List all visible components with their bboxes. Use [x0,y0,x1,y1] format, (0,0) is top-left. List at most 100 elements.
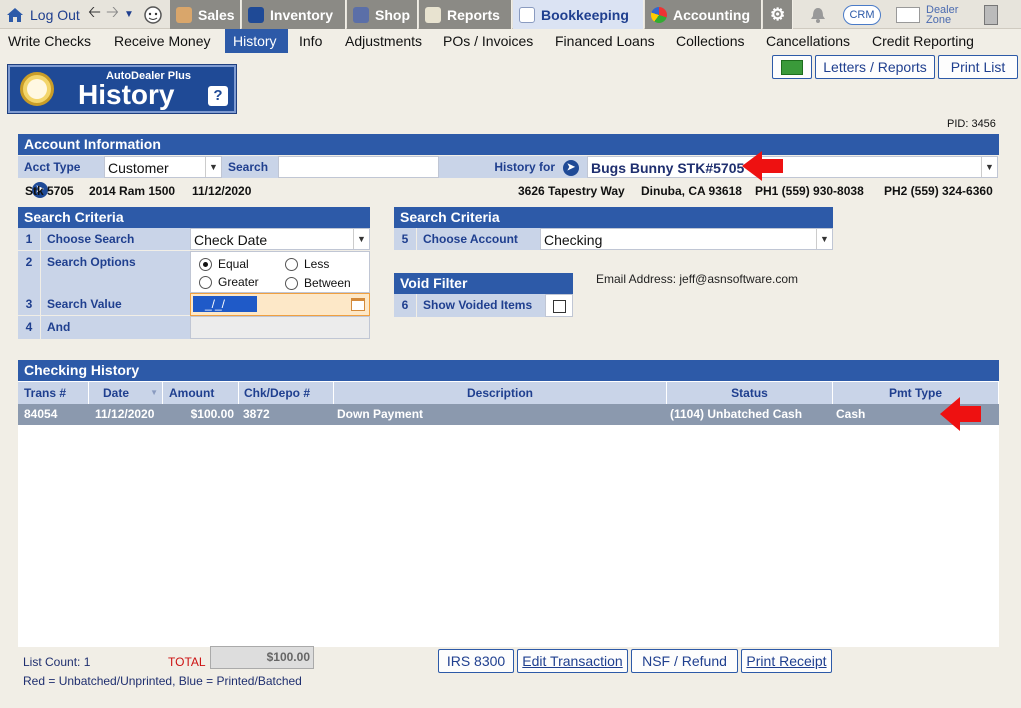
menu-financed-loans[interactable]: Financed Loans [547,29,663,53]
tab-reports[interactable]: Reports [419,0,512,29]
top-nav-bar: Log Out 🡠 🡢 ▼ Sales Inventory Shop Repor… [0,0,1021,29]
print-list-button[interactable]: Print List [938,55,1018,79]
criteria-num-2: 2 [18,251,40,293]
col-chk-depo[interactable]: Chk/Depo # [239,382,334,404]
radio-equal-label: Equal [218,257,249,271]
color-legend: Red = Unbatched/Unprinted, Blue = Printe… [23,674,302,688]
menu-write-checks[interactable]: Write Checks [0,29,99,53]
radio-between-circle [285,276,298,290]
pid-label: PID: 3456 [947,118,996,130]
col-status[interactable]: Status [667,382,833,404]
folder-icon [781,60,803,75]
acct-type-label-text: Acct Type [24,160,81,174]
criteria-num-4: 4 [18,316,40,339]
calendar-icon[interactable] [351,298,365,311]
radio-equal[interactable]: Equal [199,257,249,271]
user-face-icon[interactable] [143,0,163,29]
chart-icon [425,6,441,23]
menu-pos-invoices[interactable]: POs / Invoices [435,29,541,53]
menu-credit-reporting[interactable]: Credit Reporting [864,29,982,53]
crm-cloud-icon: CRM [843,4,881,25]
search-criteria-right-header: Search Criteria [394,207,833,228]
criteria-num-3: 3 [18,293,40,315]
help-icon[interactable]: ? [208,86,228,106]
menu-cancellations[interactable]: Cancellations [758,29,858,53]
history-for-value: Bugs Bunny STK#5705 [591,160,745,176]
col-date[interactable]: Date ▼ [89,382,163,404]
menu-history[interactable]: History [225,29,288,53]
account-info-header: Account Information [18,134,999,155]
cell-description: Down Payment [337,407,424,421]
phone-2: PH2 (559) 324-6360 [884,184,993,198]
nsf-refund-button[interactable]: NSF / Refund [631,649,738,673]
menu-receive-money[interactable]: Receive Money [106,29,219,53]
wrench-icon [353,6,369,23]
tab-bookkeeping[interactable]: Bookkeeping [513,0,644,29]
and-value-input [190,316,370,339]
tab-accounting-label: Accounting [673,6,750,23]
col-trans[interactable]: Trans # [18,382,89,404]
print-receipt-button[interactable]: Print Receipt [741,649,832,673]
back-arrow-icon[interactable]: 🡠 [88,0,101,29]
cell-chk: 3872 [243,407,270,421]
choose-search-select[interactable]: Check Date ▼ [190,228,370,250]
forward-arrow-icon[interactable]: 🡢 [106,0,119,29]
search-value-text: _/_/ [193,296,257,312]
tab-sales[interactable]: Sales [170,0,241,29]
chevron-down-icon: ▼ [353,229,369,249]
total-value: $100.00 [210,646,314,669]
calculator-icon [984,4,998,25]
search-options-label: Search Options [41,251,190,293]
dealer-zone-button[interactable]: Dealer Zone [896,0,958,29]
criteria-num-5: 5 [394,228,416,250]
search-value-input[interactable]: _/_/ [190,293,370,316]
radio-greater[interactable]: Greater [199,275,259,289]
notifications-button[interactable] [809,0,827,29]
irs-8300-button[interactable]: IRS 8300 [438,649,514,673]
edit-transaction-button[interactable]: Edit Transaction [517,649,628,673]
calculator-button[interactable] [984,0,998,29]
cell-trans: 84054 [24,407,58,421]
criteria-num-1: 1 [18,228,40,250]
logout-link[interactable]: Log Out [6,0,80,29]
history-dropdown-icon[interactable]: ▼ [124,0,134,29]
car-icon [248,6,264,23]
radio-between[interactable]: Between [285,276,351,290]
tab-shop[interactable]: Shop [347,0,418,29]
show-voided-checkbox[interactable] [553,300,566,313]
criteria-num-6: 6 [394,294,416,317]
radio-equal-circle [199,257,212,271]
customer-city: Dinuba, CA 93618 [641,184,742,198]
phone-1: PH1 (559) 930-8038 [755,184,864,198]
tab-accounting[interactable]: Accounting [645,0,762,29]
acct-type-value: Customer [108,160,169,176]
menu-info[interactable]: Info [291,29,330,53]
menu-adjustments[interactable]: Adjustments [337,29,430,53]
list-count: List Count: 1 [23,655,91,669]
tab-shop-label: Shop [375,6,410,23]
choose-account-value: Checking [544,232,603,248]
history-for-select[interactable]: Bugs Bunny STK#5705 ▼ [587,156,998,178]
col-date-label: Date [103,386,130,400]
choose-account-select[interactable]: Checking ▼ [540,228,833,250]
show-voided-cell [545,294,573,317]
stock-number: Stk 5705 [25,184,74,198]
customer-address: 3626 Tapestry Way [518,184,625,198]
red-arrow-icon [742,151,783,181]
letters-reports-button[interactable]: Letters / Reports [815,55,935,79]
lookup-icon[interactable]: ➤ [563,159,579,176]
search-input[interactable] [278,156,439,178]
chevron-down-icon: ▼ [981,157,997,177]
total-label: TOTAL [168,655,206,669]
acct-type-select[interactable]: Customer ▼ [104,156,222,178]
col-amount[interactable]: Amount [163,382,239,404]
col-description[interactable]: Description [334,382,667,404]
book-icon [519,6,535,23]
crm-button[interactable]: CRM [843,0,881,29]
settings-button[interactable]: ⚙ [763,0,793,29]
menu-collections[interactable]: Collections [668,29,752,53]
tab-inventory[interactable]: Inventory [242,0,346,29]
search-criteria-header: Search Criteria [18,207,370,228]
radio-less[interactable]: Less [285,257,329,271]
open-folder-button[interactable] [772,55,812,79]
